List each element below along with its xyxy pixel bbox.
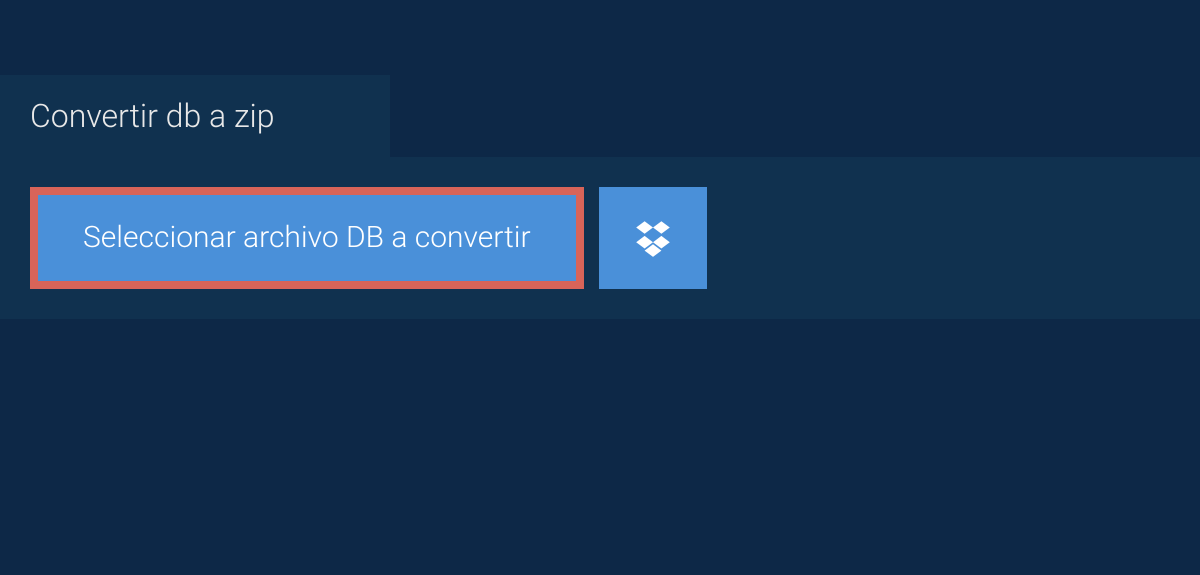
dropbox-button[interactable]	[599, 187, 707, 289]
dropbox-icon	[632, 217, 674, 259]
button-row: Seleccionar archivo DB a convertir	[30, 187, 1170, 289]
tab-container: Convertir db a zip Seleccionar archivo D…	[0, 75, 1200, 319]
content-panel: Seleccionar archivo DB a convertir	[0, 157, 1200, 319]
select-file-button[interactable]: Seleccionar archivo DB a convertir	[30, 187, 584, 289]
tab-convert[interactable]: Convertir db a zip	[0, 75, 390, 157]
tab-title: Convertir db a zip	[30, 97, 274, 135]
select-file-label: Seleccionar archivo DB a convertir	[83, 223, 531, 253]
